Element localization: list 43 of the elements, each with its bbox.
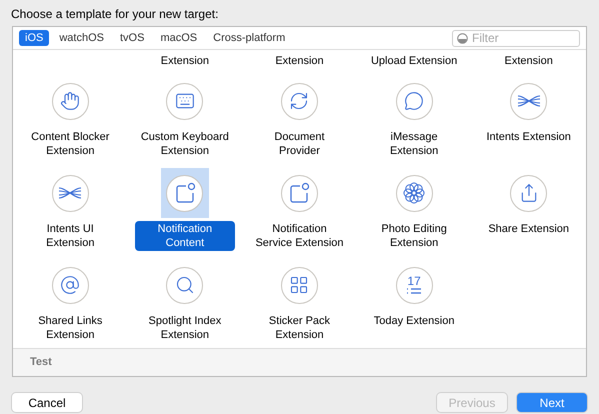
template-label[interactable]: Document Provider <box>266 129 333 159</box>
platform-tab[interactable]: Cross-platform <box>207 30 292 46</box>
section-header: Test <box>13 348 586 376</box>
template-label[interactable]: Notification Content <box>134 221 235 251</box>
dialog-title: Choose a template for your new target: <box>11 6 220 23</box>
filter-field[interactable]: Filter <box>452 30 580 46</box>
template-label[interactable]: iMessage Extension <box>382 129 446 159</box>
at-sign-icon <box>60 275 80 295</box>
template-label[interactable]: Sticker Pack Extension <box>260 313 338 343</box>
template-label[interactable]: Content Blocker Extension <box>23 129 118 159</box>
template-label[interactable]: Intents Extension <box>478 129 579 145</box>
template-label[interactable]: Intents UI Extension <box>38 221 102 251</box>
refresh-icon <box>289 91 310 111</box>
template-tile[interactable] <box>160 168 209 218</box>
template-label: Extension <box>275 54 324 66</box>
template-label[interactable]: Today Extension <box>366 313 462 329</box>
template-label[interactable]: Spotlight Index Extension <box>140 313 230 343</box>
template-label[interactable]: Notification Service Extension <box>247 221 352 251</box>
template-label: Upload Extension <box>370 54 458 66</box>
platform-tab[interactable]: tvOS <box>114 30 150 46</box>
notification-icon <box>288 182 310 204</box>
flower-icon <box>402 181 426 205</box>
notification-icon <box>174 182 196 204</box>
filter-icon <box>457 32 468 44</box>
dialog-button[interactable]: Cancel <box>12 393 82 412</box>
template-label[interactable]: Custom Keyboard Extension <box>132 129 237 159</box>
platform-tab[interactable]: iOS <box>19 30 50 46</box>
template-tile[interactable]: 17 <box>390 260 438 310</box>
dialog-button[interactable]: Next <box>517 393 587 412</box>
hand-icon <box>60 91 80 111</box>
template-label: Extension <box>504 54 553 66</box>
template-label[interactable]: Photo Editing Extension <box>373 221 455 251</box>
waves-icon <box>516 93 541 109</box>
platform-tab[interactable]: macOS <box>154 30 204 46</box>
search-icon <box>174 275 195 295</box>
template-label[interactable]: Shared Links Extension <box>30 313 110 343</box>
four-squares-icon <box>289 275 310 295</box>
keyboard-icon <box>174 91 195 111</box>
template-label: Extension <box>160 54 210 66</box>
speech-bubble-icon <box>404 91 424 111</box>
template-label[interactable]: Share Extension <box>480 221 578 237</box>
platform-tab[interactable]: watchOS <box>53 30 110 46</box>
waves-icon <box>58 185 82 201</box>
